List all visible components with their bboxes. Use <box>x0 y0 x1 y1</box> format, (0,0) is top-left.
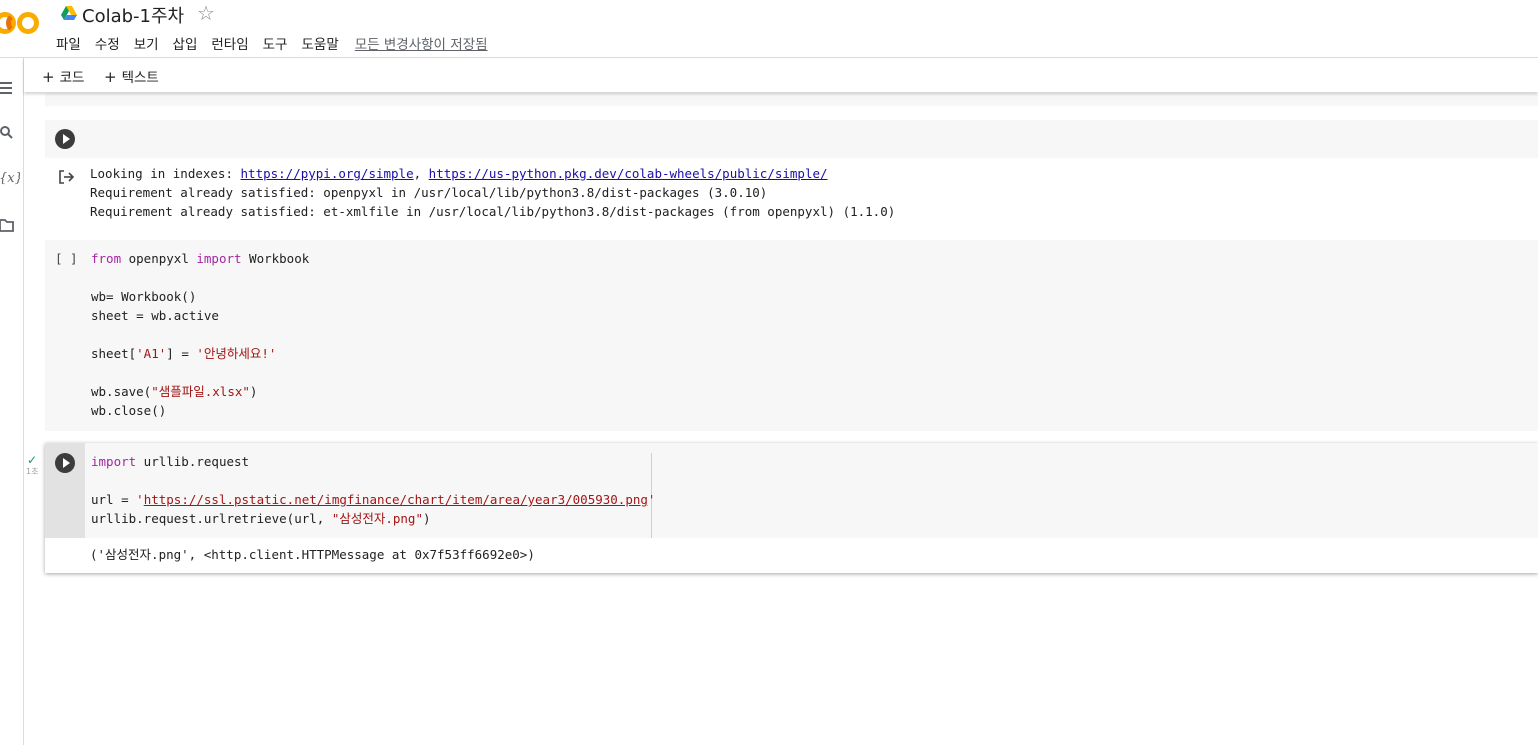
code-line: sheet = wb.active <box>91 308 219 323</box>
plus-icon: + <box>104 68 117 86</box>
code-line: urllib.request.urlretrieve(url, "삼성전자.pn… <box>91 511 431 526</box>
svg-text:{x}: {x} <box>0 171 20 186</box>
execution-success-icon: ✓ <box>27 453 38 467</box>
save-status-link[interactable]: 모든 변경사항이 저장됨 <box>355 33 488 53</box>
code-cell-1[interactable] <box>45 120 1538 158</box>
blank-line: ​ <box>91 325 309 344</box>
star-icon[interactable]: ☆ <box>197 1 215 25</box>
menu-file[interactable]: 파일 <box>56 33 81 53</box>
notebook-title[interactable]: Colab-1주차 <box>82 2 184 28</box>
code-line: wb.close() <box>91 403 167 418</box>
colab-wheels-link[interactable]: https://us-python.pkg.dev/colab-wheels/p… <box>429 166 828 181</box>
left-sidebar: {x} <box>0 58 24 745</box>
header-bar: Colab-1주차 ☆ 파일 수정 보기 삽입 런타임 도구 도움말 모든 변경… <box>0 0 1538 58</box>
menu-tools[interactable]: 도구 <box>263 33 288 53</box>
code-line: from openpyxl import Workbook <box>91 251 310 266</box>
execution-count: [ ] <box>55 251 78 266</box>
code-line: wb= Workbook() <box>91 289 197 304</box>
variables-icon[interactable]: {x} <box>0 168 23 188</box>
run-cell-button[interactable] <box>55 129 75 149</box>
execution-time: 1초 <box>26 467 39 476</box>
add-code-cell-button[interactable]: + 코드 <box>42 66 84 86</box>
cell-1-output: Looking in indexes: https://pypi.org/sim… <box>90 164 895 221</box>
cell-3-code[interactable]: import urllib.request ​ url = 'https://ssl… <box>91 452 655 528</box>
menu-view[interactable]: 보기 <box>134 33 159 53</box>
table-of-contents-icon[interactable] <box>0 78 20 98</box>
menu-bar: 파일 수정 보기 삽입 런타임 도구 도움말 모든 변경사항이 저장됨 <box>56 33 488 53</box>
files-folder-icon[interactable] <box>0 215 20 235</box>
output-line: Requirement already satisfied: openpyxl … <box>90 185 768 200</box>
pypi-link[interactable]: https://pypi.org/simple <box>241 166 414 181</box>
menu-help[interactable]: 도움말 <box>301 33 338 53</box>
plus-icon: + <box>42 68 55 86</box>
cell-3-output: ('삼성전자.png', <http.client.HTTPMessage at… <box>90 547 535 562</box>
cell-2-code[interactable]: from openpyxl import Workbook ​ wb= Workbo… <box>91 249 309 420</box>
search-icon[interactable] <box>0 123 20 143</box>
notebook-area: Looking in indexes: https://pypi.org/sim… <box>24 93 1538 745</box>
blank-line: ​ <box>91 363 309 382</box>
chart-image-url[interactable]: https://ssl.pstatic.net/imgfinance/chart… <box>144 492 648 507</box>
code-line: wb.save("샘플파일.xlsx") <box>91 384 258 399</box>
google-drive-icon[interactable] <box>61 5 77 21</box>
code-line: sheet['A1'] = '안녕하세요!' <box>91 346 277 361</box>
output-line: Requirement already satisfied: et-xmlfil… <box>90 204 896 219</box>
colab-logo[interactable] <box>0 6 42 40</box>
add-text-cell-button[interactable]: + 텍스트 <box>104 66 159 86</box>
previous-cell-edge <box>45 93 1538 106</box>
menu-insert[interactable]: 삽입 <box>173 33 198 53</box>
menu-runtime[interactable]: 런타임 <box>211 33 248 53</box>
output-line: Looking in indexes: https://pypi.org/sim… <box>90 166 828 181</box>
output-toggle-icon[interactable] <box>58 169 76 185</box>
code-line: import urllib.request <box>91 454 250 469</box>
blank-line: ​ <box>91 268 309 287</box>
blank-line: ​ <box>91 471 655 490</box>
run-cell-button[interactable] <box>55 453 75 473</box>
menu-edit[interactable]: 수정 <box>95 33 120 53</box>
code-line: url = 'https://ssl.pstatic.net/imgfinanc… <box>91 492 656 507</box>
notebook-toolbar: + 코드 + 텍스트 <box>24 58 1538 92</box>
